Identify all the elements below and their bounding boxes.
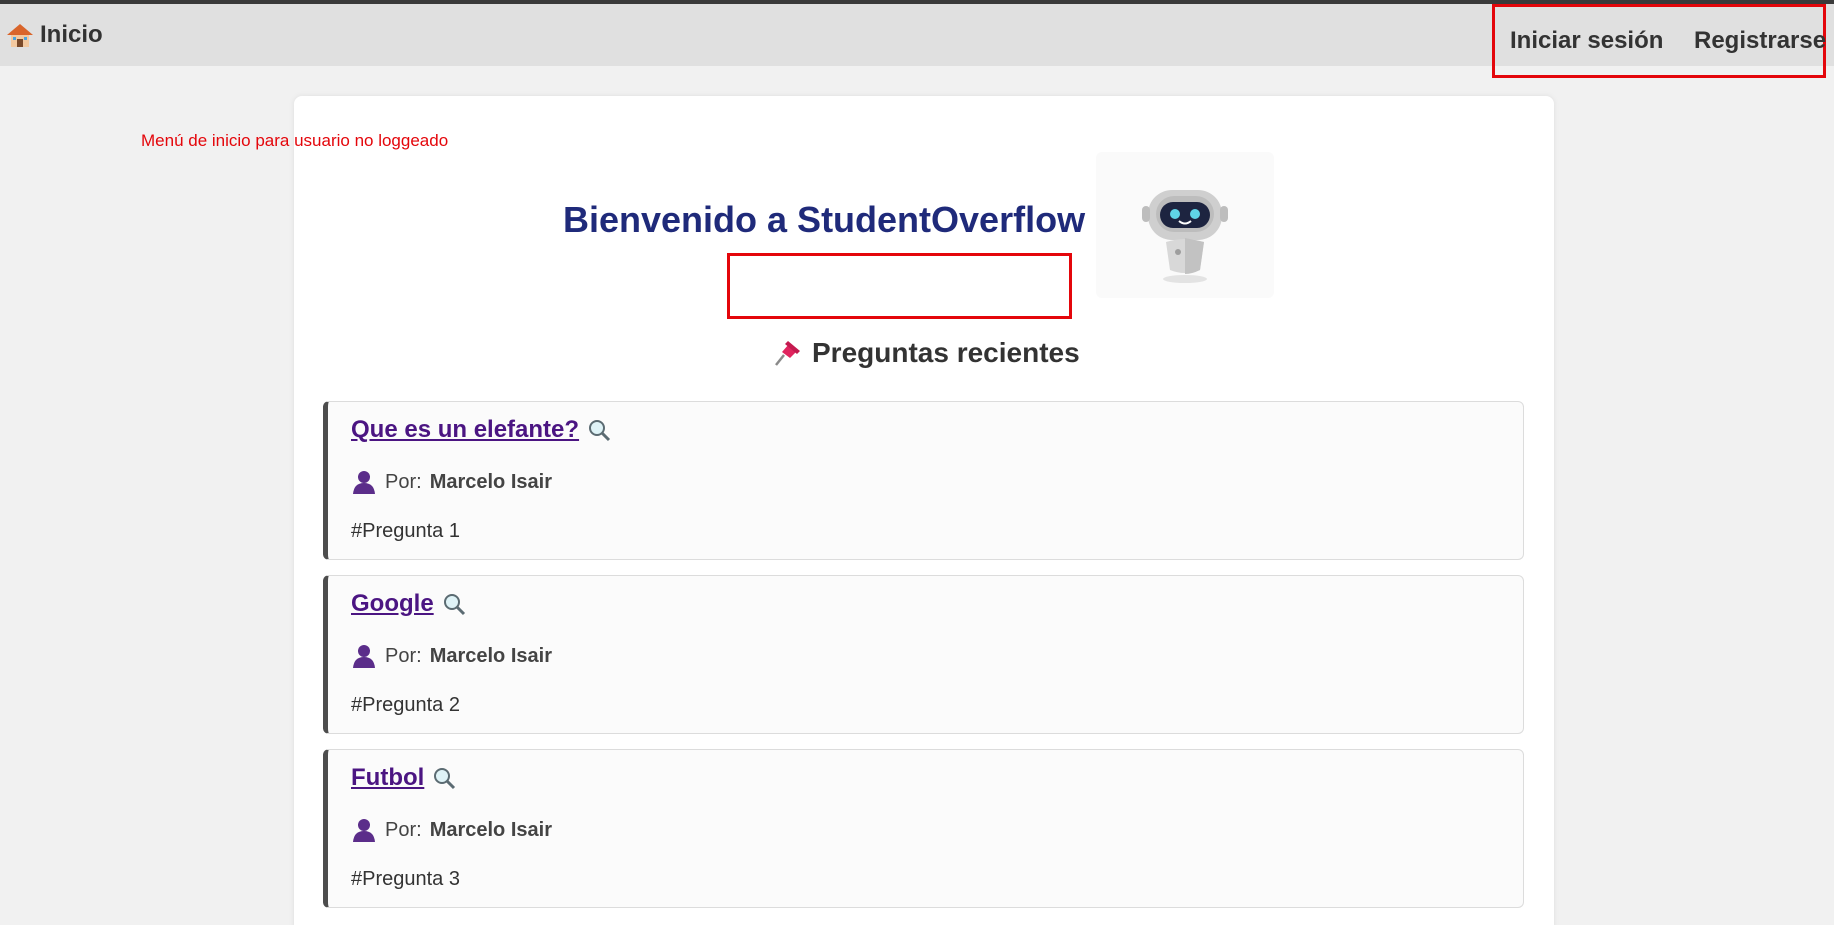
- author-prefix: Por:: [385, 470, 422, 493]
- robot-icon: [1096, 152, 1274, 298]
- question-author: Por: Marcelo Isair: [351, 470, 552, 494]
- question-title-link[interactable]: Google: [351, 590, 434, 618]
- home-label: Inicio: [40, 21, 103, 48]
- pin-icon: [770, 338, 802, 368]
- question-card: Que es un elefante? Por: Marcelo Isair #…: [323, 401, 1524, 560]
- login-link[interactable]: Iniciar sesión: [1510, 27, 1663, 55]
- author-name: Marcelo Isair: [429, 644, 552, 667]
- house-icon: [6, 22, 34, 48]
- author-prefix: Por:: [385, 644, 422, 667]
- question-card: Futbol Por: Marcelo Isair #Pregunta 3: [323, 749, 1524, 908]
- home-link[interactable]: Inicio: [6, 20, 103, 50]
- annotation-note: Menú de inicio para usuario no loggeado: [141, 131, 449, 150]
- question-title-link[interactable]: Futbol: [351, 764, 424, 792]
- question-title-link[interactable]: Que es un elefante?: [351, 416, 579, 444]
- magnifier-icon: [432, 766, 456, 790]
- question-author: Por: Marcelo Isair: [351, 818, 552, 842]
- magnifier-icon: [587, 418, 611, 442]
- author-name: Marcelo Isair: [429, 818, 552, 841]
- top-navbar: Inicio Iniciar sesión Registrarse: [0, 4, 1834, 78]
- highlighted-empty-area: [727, 253, 1072, 319]
- recent-heading-label: Preguntas recientes: [812, 337, 1080, 368]
- question-card: Google Por: Marcelo Isair #Pregunta 2: [323, 575, 1524, 734]
- person-icon: [351, 818, 377, 842]
- auth-links-highlight: Iniciar sesión Registrarse: [1492, 4, 1826, 78]
- question-author: Por: Marcelo Isair: [351, 644, 552, 668]
- question-tag: #Pregunta 3: [351, 868, 460, 890]
- person-icon: [351, 644, 377, 668]
- question-tag: #Pregunta 1: [351, 520, 460, 542]
- author-name: Marcelo Isair: [429, 470, 552, 493]
- register-link[interactable]: Registrarse: [1694, 27, 1826, 55]
- question-tag: #Pregunta 2: [351, 694, 460, 716]
- magnifier-icon: [442, 592, 466, 616]
- author-prefix: Por:: [385, 818, 422, 841]
- page-title: Bienvenido a StudentOverflow: [563, 199, 1086, 240]
- recent-questions-heading: Preguntas recientes: [770, 337, 1080, 369]
- person-icon: [351, 470, 377, 494]
